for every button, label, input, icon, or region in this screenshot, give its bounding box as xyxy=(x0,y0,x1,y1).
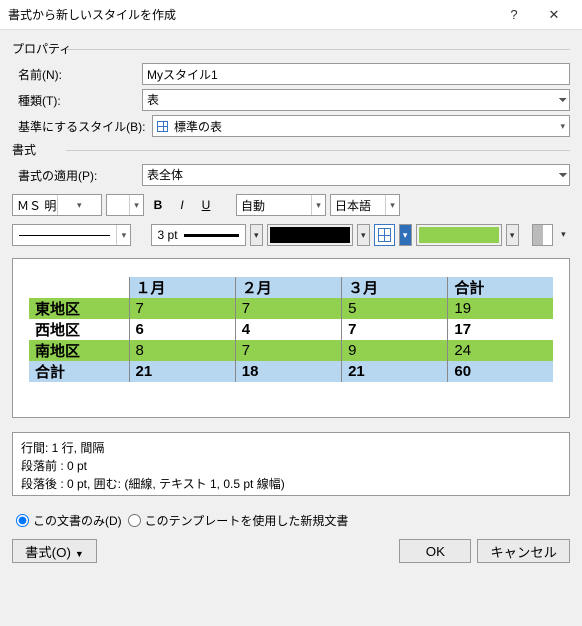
fill-color-dropdown[interactable]: ▾ xyxy=(506,224,519,246)
line-color-dropdown[interactable]: ▾ xyxy=(357,224,370,246)
border-toolbar: ▾ 3 pt ▾ ▾ ▾ ▾ ▾ xyxy=(12,224,570,246)
base-label: 基準にするスタイル(B): xyxy=(12,118,152,135)
info-box: 行間: 1 行, 間隔 段落前 : 0 pt 段落後 : 0 pt, 囲む: (… xyxy=(12,432,570,496)
ok-button[interactable]: OK xyxy=(399,539,471,563)
line-weight-dropdown[interactable]: ▾ xyxy=(250,224,263,246)
line-style-select[interactable]: ▾ xyxy=(12,224,131,246)
font-color-select[interactable]: 自動▾ xyxy=(236,194,326,216)
type-label: 種類(T): xyxy=(12,92,142,109)
help-button[interactable]: ? xyxy=(494,7,534,22)
name-label: 名前(N): xyxy=(12,66,142,83)
table-icon xyxy=(157,121,168,132)
radio-template[interactable]: このテンプレートを使用した新規文書 xyxy=(128,512,349,529)
base-style-select[interactable]: 標準の表 ▾ xyxy=(152,115,570,137)
bold-button[interactable]: B xyxy=(148,194,168,216)
dialog-title: 書式から新しいスタイルを作成 xyxy=(8,6,494,23)
footer: 書式(O)▼ OK キャンセル xyxy=(0,539,582,575)
font-size-select[interactable]: ▾ xyxy=(106,194,144,216)
close-button[interactable]: ✕ xyxy=(534,7,574,23)
cancel-button[interactable]: キャンセル xyxy=(477,539,570,563)
preview-table: １月２月３月合計東地区77519西地区64717南地区87924合計211821… xyxy=(29,277,553,382)
info-line-1: 行間: 1 行, 間隔 xyxy=(21,439,561,457)
borders-button[interactable] xyxy=(374,224,395,246)
shading-button[interactable] xyxy=(532,224,553,246)
format-section-label: 書式 xyxy=(12,141,570,158)
info-line-3: 段落後 : 0 pt, 囲む: (細線, テキスト 1, 0.5 pt 線幅) xyxy=(21,475,561,493)
line-weight-select[interactable]: 3 pt xyxy=(151,224,246,246)
underline-button[interactable]: U xyxy=(196,194,216,216)
fill-color-swatch[interactable] xyxy=(416,224,502,246)
base-style-value: 標準の表 xyxy=(174,118,222,135)
scope-radios: この文書のみ(D) このテンプレートを使用した新規文書 xyxy=(16,512,570,529)
line-color-swatch[interactable] xyxy=(267,224,353,246)
italic-button[interactable]: I xyxy=(172,194,192,216)
info-line-2: 段落前 : 0 pt xyxy=(21,457,561,475)
language-select[interactable]: 日本語▾ xyxy=(330,194,400,216)
shading-dropdown[interactable]: ▾ xyxy=(557,224,570,246)
font-toolbar: ＭＳ 明朝 (本文▾ ▾ B I U 自動▾ 日本語▾ xyxy=(12,194,570,216)
titlebar: 書式から新しいスタイルを作成 ? ✕ xyxy=(0,0,582,30)
apply-label: 書式の適用(P): xyxy=(12,167,142,184)
borders-dropdown[interactable]: ▾ xyxy=(399,224,412,246)
name-input[interactable] xyxy=(142,63,570,85)
type-select[interactable]: 表 xyxy=(142,89,570,111)
preview-area: １月２月３月合計東地区77519西地区64717南地区87924合計211821… xyxy=(12,258,570,418)
radio-this-doc[interactable]: この文書のみ(D) xyxy=(16,512,122,529)
properties-section-label: プロパティ xyxy=(12,40,570,57)
format-button[interactable]: 書式(O)▼ xyxy=(12,539,97,563)
font-name-select[interactable]: ＭＳ 明朝 (本文▾ xyxy=(12,194,102,216)
apply-select[interactable]: 表全体 xyxy=(142,164,570,186)
